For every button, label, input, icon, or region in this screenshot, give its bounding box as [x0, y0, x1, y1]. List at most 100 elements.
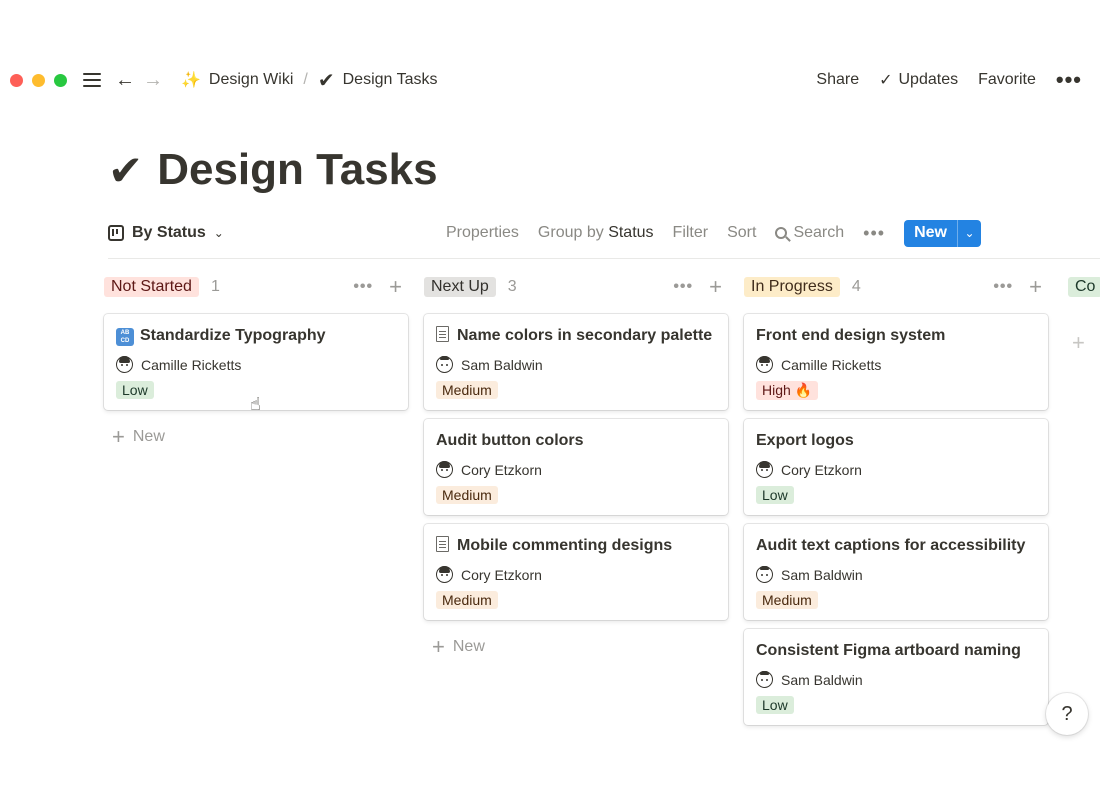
avatar	[436, 566, 453, 583]
card-assignee: Cory Etzkorn	[756, 461, 1036, 478]
sidebar-toggle-icon[interactable]	[83, 73, 101, 87]
sort-button[interactable]: Sort	[727, 224, 756, 242]
toolbar-divider	[108, 258, 1100, 259]
assignee-name: Camille Ricketts	[781, 356, 882, 373]
column-status-tag[interactable]: Not Started	[104, 277, 199, 297]
add-new-card-button[interactable]: + New	[424, 636, 728, 658]
column-count: 1	[210, 278, 220, 295]
priority-tag: Medium	[756, 591, 818, 609]
more-options-icon[interactable]: •••	[1056, 69, 1082, 91]
properties-button[interactable]: Properties	[446, 224, 519, 242]
document-icon	[436, 536, 449, 552]
column-status-tag[interactable]: Co	[1068, 277, 1100, 297]
breadcrumb-label: Design Wiki	[208, 71, 294, 88]
search-label: Search	[793, 224, 845, 241]
new-button[interactable]: New ⌄	[904, 219, 981, 247]
view-more-icon[interactable]: •••	[863, 223, 885, 244]
column-add-icon[interactable]: +	[389, 276, 402, 298]
plus-icon[interactable]: +	[1072, 330, 1100, 356]
hand-cursor-icon: ☝	[250, 394, 261, 414]
column-status-tag[interactable]: Next Up	[424, 277, 496, 297]
view-toolbar: By Status ⌄ Properties Group by Status F…	[108, 216, 1100, 250]
assignee-name: Cory Etzkorn	[781, 461, 862, 478]
card-assignee: Sam Baldwin	[436, 356, 716, 373]
chevron-down-icon[interactable]: ⌄	[956, 219, 981, 247]
column-tools: ••• +	[353, 274, 402, 300]
view-name: By Status	[132, 224, 206, 241]
help-button[interactable]: ?	[1046, 693, 1088, 735]
assignee-name: Cory Etzkorn	[461, 566, 542, 583]
column-status-tag[interactable]: In Progress	[744, 277, 840, 297]
view-selector[interactable]: By Status ⌄	[108, 224, 224, 242]
task-card[interactable]: Name colors in secondary palette Sam Bal…	[424, 314, 728, 410]
assignee-name: Cory Etzkorn	[461, 461, 542, 478]
priority-tag: Low	[756, 486, 794, 504]
column-add-icon[interactable]: +	[1029, 276, 1042, 298]
card-title: Audit button colors	[436, 432, 584, 449]
window-controls	[10, 73, 67, 87]
search-icon	[775, 227, 788, 239]
card-assignee: Camille Ricketts	[756, 356, 1036, 373]
checkmark-icon: ✔	[108, 146, 144, 194]
column-more-icon[interactable]: •••	[353, 278, 373, 296]
minimize-window-button[interactable]	[32, 73, 45, 87]
group-by-prefix: Group by	[537, 224, 604, 241]
back-arrow-icon[interactable]: ←	[115, 70, 135, 90]
new-button-label[interactable]: New	[904, 220, 957, 247]
top-actions: Share ✓ Updates Favorite •••	[816, 60, 1082, 100]
search-button[interactable]: Search	[775, 224, 844, 242]
column-more-icon[interactable]: •••	[673, 278, 693, 296]
add-new-label: New	[452, 638, 485, 655]
column-add-icon[interactable]: +	[709, 276, 722, 298]
card-title: AB CD Standardize Typography	[116, 324, 396, 348]
page-title-text[interactable]: Design Tasks	[157, 145, 437, 195]
task-card[interactable]: Front end design system Camille Ricketts…	[744, 314, 1048, 410]
card-title-text: Name colors in secondary palette	[457, 327, 713, 344]
favorite-button[interactable]: Favorite	[978, 71, 1036, 89]
document-icon	[436, 326, 449, 342]
card-title: Mobile commenting designs	[436, 534, 716, 558]
card-title: Front end design system	[756, 327, 946, 344]
breadcrumb-item-design-wiki[interactable]: ✨ Design Wiki	[181, 70, 293, 90]
forward-arrow-icon[interactable]: →	[143, 70, 163, 90]
chevron-down-icon: ⌄	[213, 226, 224, 240]
abc-icon: AB CD	[116, 328, 134, 346]
check-icon: ✓	[879, 72, 893, 89]
task-card[interactable]: Audit button colors Cory Etzkorn Medium	[424, 419, 728, 515]
priority-tag: Low	[116, 381, 154, 399]
task-card[interactable]: Consistent Figma artboard naming Sam Bal…	[744, 629, 1048, 725]
group-by-button[interactable]: Group by Status	[538, 224, 654, 242]
card-title: Export logos	[756, 432, 854, 449]
avatar	[436, 461, 453, 478]
column-tools: ••• +	[673, 274, 722, 300]
board-view-icon	[108, 225, 124, 241]
add-new-label: New	[132, 428, 165, 445]
close-window-button[interactable]	[10, 73, 23, 87]
column-header: Co	[1068, 274, 1100, 300]
board-column-next-up: Next Up 3 ••• + Name colors in secondary…	[424, 274, 728, 658]
plus-icon: +	[432, 634, 445, 659]
column-count: 4	[851, 278, 861, 295]
maximize-window-button[interactable]	[54, 73, 67, 87]
assignee-name: Camille Ricketts	[141, 356, 242, 373]
board-column-in-progress: In Progress 4 ••• + Front end design sys…	[744, 274, 1048, 725]
filter-button[interactable]: Filter	[673, 224, 709, 242]
column-more-icon[interactable]: •••	[993, 278, 1013, 296]
page-title: ✔ Design Tasks	[108, 145, 438, 195]
updates-button[interactable]: ✓ Updates	[879, 70, 958, 90]
task-card[interactable]: Mobile commenting designs Cory Etzkorn M…	[424, 524, 728, 620]
card-title-text: Standardize Typography	[140, 327, 326, 344]
breadcrumb-separator: /	[303, 71, 308, 88]
priority-tag: Medium	[436, 486, 498, 504]
task-card[interactable]: Audit text captions for accessibility Sa…	[744, 524, 1048, 620]
card-title: Audit text captions for accessibility	[756, 537, 1026, 554]
top-bar: ← → ✨ Design Wiki / ✔ Design Tasks Share…	[0, 60, 1100, 100]
add-new-card-button[interactable]: + New	[104, 426, 408, 448]
task-card[interactable]: Export logos Cory Etzkorn Low	[744, 419, 1048, 515]
breadcrumb: ✨ Design Wiki / ✔ Design Tasks	[181, 68, 437, 93]
share-button[interactable]: Share	[816, 71, 859, 89]
breadcrumb-item-design-tasks[interactable]: ✔ Design Tasks	[318, 68, 438, 93]
avatar	[116, 356, 133, 373]
card-assignee: Camille Ricketts	[116, 356, 396, 373]
board-column-partial: Co +	[1068, 274, 1100, 356]
